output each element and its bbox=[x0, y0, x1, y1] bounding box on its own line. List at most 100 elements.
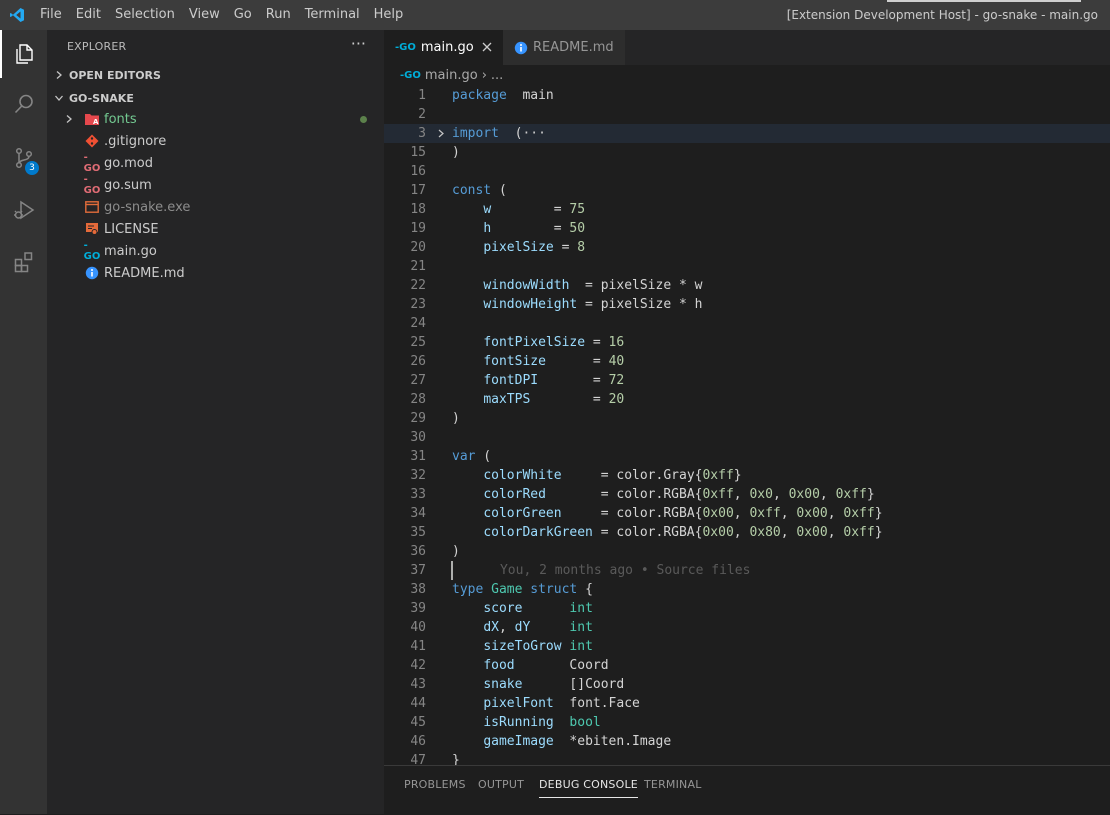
code-line[interactable]: 20 pixelSize = 8 bbox=[384, 238, 1110, 257]
code-token: 20 bbox=[608, 392, 625, 407]
code-line[interactable]: 27 fontDPI = 72 bbox=[384, 371, 1110, 390]
menu-selection[interactable]: Selection bbox=[108, 0, 182, 30]
code-editor[interactable]: 1 package main 2 3 import (··· 15) 16 17 const… bbox=[384, 86, 1110, 765]
menu-edit[interactable]: Edit bbox=[69, 0, 108, 30]
code-line[interactable]: 35 colorDarkGreen = color.RGBA{0x00, 0x8… bbox=[384, 523, 1110, 542]
menu-file[interactable]: File bbox=[33, 0, 69, 30]
code-line[interactable]: 22 windowWidth = pixelSize * w bbox=[384, 276, 1110, 295]
code-token: = color.RGBA{ bbox=[545, 487, 703, 502]
code-line[interactable]: 21 bbox=[384, 257, 1110, 276]
code-line[interactable]: 46 gameImage *ebiten.Image bbox=[384, 732, 1110, 751]
tree-item-label: LICENSE bbox=[104, 221, 159, 237]
extensions-icon[interactable] bbox=[0, 238, 47, 286]
menu-go[interactable]: Go bbox=[227, 0, 259, 30]
line-number: 40 bbox=[410, 620, 426, 635]
code-line[interactable]: 44 pixelFont font.Face bbox=[384, 694, 1110, 713]
window-title: [Extension Development Host] - go-snake … bbox=[786, 8, 1098, 22]
line-number: 39 bbox=[410, 601, 426, 616]
code-line[interactable]: 16 bbox=[384, 162, 1110, 181]
line-number: 17 bbox=[410, 183, 426, 198]
code-text: } bbox=[452, 751, 460, 765]
code-line[interactable]: 38 type Game struct { bbox=[384, 580, 1110, 599]
code-line[interactable]: 18 w = 75 bbox=[384, 200, 1110, 219]
tree-item-gitignore[interactable]: .gitignore bbox=[47, 130, 384, 152]
go-mod-icon: -GO bbox=[83, 152, 101, 174]
panel-tab-problems[interactable]: PROBLEMS bbox=[404, 778, 466, 791]
code-token: ) bbox=[452, 544, 460, 559]
menu-help[interactable]: Help bbox=[367, 0, 411, 30]
code-line[interactable]: 2 bbox=[384, 105, 1110, 124]
code-line[interactable]: 47} bbox=[384, 751, 1110, 765]
code-token: *ebiten.Image bbox=[553, 734, 672, 749]
code-line[interactable]: 34 colorGreen = color.RGBA{0x00, 0xff, 0… bbox=[384, 504, 1110, 523]
code-line[interactable]: 19 h = 50 bbox=[384, 219, 1110, 238]
code-text: package main bbox=[452, 86, 554, 105]
code-line[interactable]: 40 dX, dY int bbox=[384, 618, 1110, 637]
vscode-logo-icon[interactable] bbox=[0, 0, 33, 30]
line-number: 35 bbox=[410, 525, 426, 540]
code-token: 0x00 bbox=[788, 487, 820, 502]
code-line[interactable]: 24 bbox=[384, 314, 1110, 333]
code-line[interactable]: 39 score int bbox=[384, 599, 1110, 618]
code-line[interactable]: 29) bbox=[384, 409, 1110, 428]
code-line[interactable]: 1 package main bbox=[384, 86, 1110, 105]
run-debug-icon[interactable] bbox=[0, 186, 47, 234]
close-icon[interactable] bbox=[479, 39, 495, 59]
tab-readme[interactable]: README.md bbox=[503, 30, 625, 65]
code-line[interactable]: 41 sizeToGrow int bbox=[384, 637, 1110, 656]
explorer-icon[interactable] bbox=[0, 30, 47, 78]
tree-item-license[interactable]: LICENSE bbox=[47, 218, 384, 240]
code-line[interactable]: 3 import (··· bbox=[384, 124, 1110, 143]
workspace-section[interactable]: GO-SNAKE bbox=[47, 87, 384, 109]
tree-item-fonts[interactable]: A fonts bbox=[47, 108, 384, 130]
code-line[interactable]: 45 isRunning bool bbox=[384, 713, 1110, 732]
tree-item-go-snake-exe[interactable]: go-snake.exe bbox=[47, 196, 384, 218]
more-actions-icon[interactable]: ··· bbox=[351, 34, 366, 53]
code-token: 0xff bbox=[843, 506, 875, 521]
tree-item-go-sum[interactable]: -GO go.sum bbox=[47, 174, 384, 196]
code-token: ) bbox=[452, 411, 460, 426]
breadcrumb-symbols[interactable]: ... bbox=[491, 68, 503, 83]
source-control-icon[interactable]: 3 bbox=[0, 134, 47, 182]
code-token: score bbox=[483, 601, 523, 616]
code-line[interactable]: 26 fontSize = 40 bbox=[384, 352, 1110, 371]
panel-tab-output[interactable]: OUTPUT bbox=[478, 778, 524, 791]
breadcrumb-file[interactable]: main.go bbox=[425, 68, 478, 83]
search-icon[interactable] bbox=[0, 80, 47, 128]
tree-item-readme[interactable]: README.md bbox=[47, 262, 384, 284]
code-token: = bbox=[585, 335, 609, 350]
line-number: 25 bbox=[410, 335, 426, 350]
menu-run[interactable]: Run bbox=[259, 0, 298, 30]
code-text: dX, dY int bbox=[452, 618, 593, 637]
code-line[interactable]: 32 colorWhite = color.Gray{0xff} bbox=[384, 466, 1110, 485]
menu-view[interactable]: View bbox=[182, 0, 227, 30]
menu-terminal[interactable]: Terminal bbox=[298, 0, 367, 30]
tree-item-go-mod[interactable]: -GO go.mod bbox=[47, 152, 384, 174]
code-token: windowHeight bbox=[483, 297, 578, 312]
code-line[interactable]: 15) bbox=[384, 143, 1110, 162]
code-token: = bbox=[491, 221, 570, 236]
code-token: snake bbox=[483, 677, 523, 692]
code-line[interactable]: 31 var ( bbox=[384, 447, 1110, 466]
panel-tab-debug-console[interactable]: DEBUG CONSOLE bbox=[539, 778, 638, 798]
code-line[interactable]: 36) bbox=[384, 542, 1110, 561]
code-line[interactable]: 17 const ( bbox=[384, 181, 1110, 200]
modified-dot bbox=[360, 116, 367, 123]
code-line[interactable]: 30 bbox=[384, 428, 1110, 447]
code-line[interactable]: 25 fontPixelSize = 16 bbox=[384, 333, 1110, 352]
code-line[interactable]: 43 snake []Coord bbox=[384, 675, 1110, 694]
code-line[interactable]: 33 colorRed = color.RGBA{0xff, 0x0, 0x00… bbox=[384, 485, 1110, 504]
chevron-right-icon bbox=[64, 114, 84, 124]
tab-main-go[interactable]: -GO main.go bbox=[384, 30, 503, 65]
panel-tab-terminal[interactable]: TERMINAL bbox=[644, 778, 702, 791]
code-line[interactable]: 28 maxTPS = 20 bbox=[384, 390, 1110, 409]
code-line[interactable]: 37 You, 2 months ago • Source files bbox=[384, 561, 1110, 580]
open-editors-section[interactable]: OPEN EDITORS bbox=[47, 64, 384, 86]
code-line[interactable]: 23 windowHeight = pixelSize * h bbox=[384, 295, 1110, 314]
code-line[interactable]: 42 food Coord bbox=[384, 656, 1110, 675]
tree-item-main-go[interactable]: -GO main.go bbox=[47, 240, 384, 262]
code-token: = color.Gray{ bbox=[561, 468, 703, 483]
line-number: 45 bbox=[410, 715, 426, 730]
